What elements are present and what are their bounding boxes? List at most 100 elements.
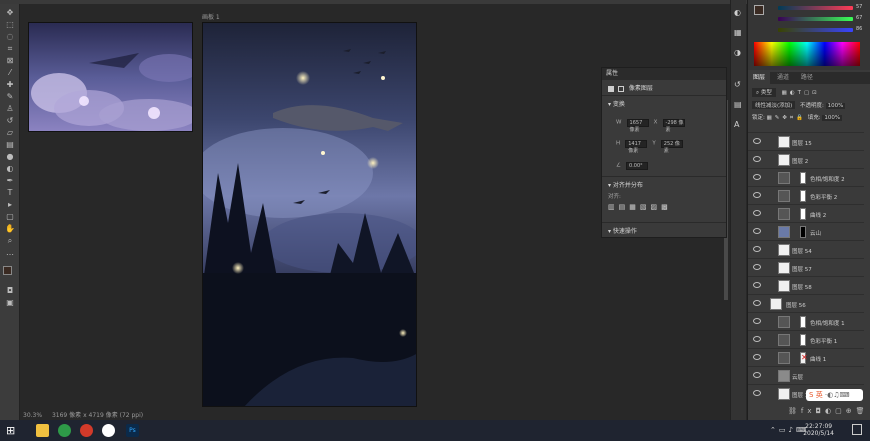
history-panel-icon[interactable]: ↺ — [734, 80, 741, 89]
heal-tool-icon[interactable]: ✚ — [4, 80, 16, 89]
green-value[interactable]: 67 — [856, 15, 862, 21]
character-panel-icon[interactable]: A — [734, 120, 739, 129]
layer-actions-bar[interactable]: ⛓fx◘◐▢⊕🗑 — [788, 407, 869, 415]
lasso-tool-icon[interactable]: ◌ — [4, 32, 16, 41]
layer-row[interactable]: 云山 — [748, 222, 864, 240]
document-info[interactable]: 3169 像素 x 4719 像素 (72 ppi) — [52, 412, 143, 419]
opacity-field[interactable]: 100% — [825, 103, 846, 109]
type-tool-icon[interactable]: T — [4, 188, 16, 197]
hand-tool-icon[interactable]: ✋ — [4, 224, 16, 233]
layer-row[interactable]: 图层 58 — [748, 276, 864, 294]
stamp-tool-icon[interactable]: ♙ — [4, 104, 16, 113]
layer-row[interactable]: 图层 56 — [748, 294, 864, 312]
layer-row[interactable]: 图层 54 — [748, 240, 864, 258]
swatches-panel-icon[interactable]: ▦ — [734, 28, 742, 37]
layer-row[interactable]: 云层 — [748, 366, 864, 384]
taskbar-clock[interactable]: 22:27:09 2020/5/14 — [803, 423, 834, 437]
eraser-tool-icon[interactable]: ▱ — [4, 128, 16, 137]
eye-icon[interactable] — [753, 210, 761, 216]
adjustments-panel-icon[interactable]: ◑ — [734, 48, 741, 57]
eye-icon[interactable] — [753, 390, 761, 396]
frame-tool-icon[interactable]: ⊠ — [4, 56, 16, 65]
brush-tool-icon[interactable]: ✎ — [4, 92, 16, 101]
filter-icons[interactable]: ▦◐T▢⊡ — [782, 90, 820, 96]
red-slider[interactable] — [778, 6, 853, 10]
blue-value[interactable]: 86 — [856, 26, 862, 32]
blend-mode-select[interactable]: 线性减淡(添加) — [752, 101, 796, 109]
ime-mode[interactable]: 英 — [816, 391, 823, 399]
color-fg-swatch[interactable] — [754, 5, 764, 15]
layer-row[interactable]: 图层 2 — [748, 150, 864, 168]
windows-start-icon[interactable]: ⊞ — [6, 424, 19, 437]
eye-icon[interactable] — [753, 300, 761, 306]
properties-panel-icon[interactable]: ▤ — [734, 100, 742, 109]
netease-music-icon[interactable] — [80, 424, 93, 437]
angle-field[interactable]: 0.00° — [626, 161, 649, 170]
eye-icon[interactable] — [753, 174, 761, 180]
eye-icon[interactable] — [753, 264, 761, 270]
notification-icon[interactable] — [852, 424, 862, 435]
blur-tool-icon[interactable]: ● — [4, 152, 16, 161]
photoshop-icon[interactable]: Ps — [126, 424, 139, 437]
shape-tool-icon[interactable]: ▢ — [4, 212, 16, 221]
align-section[interactable]: ▾ 对齐并分布 — [602, 176, 726, 192]
blue-slider[interactable] — [778, 28, 853, 32]
app-icon[interactable] — [102, 424, 115, 437]
eye-icon[interactable] — [753, 156, 761, 162]
eye-icon[interactable] — [753, 354, 761, 360]
layer-row[interactable]: 图层 15 — [748, 132, 864, 150]
more-tools-icon[interactable]: … — [4, 248, 16, 257]
quick-mask-icon[interactable]: ◘ — [4, 286, 16, 295]
quick-actions-section[interactable]: ▾ 快速操作 — [602, 222, 726, 238]
zoom-level[interactable]: 30.3% — [23, 412, 42, 419]
zoom-tool-icon[interactable]: ⌕ — [4, 236, 16, 245]
fill-field[interactable]: 100% — [822, 115, 843, 121]
eye-icon[interactable] — [753, 372, 761, 378]
tab-channels[interactable]: 通道 — [772, 72, 794, 84]
transform-section[interactable]: ▾ 变换 — [602, 95, 726, 111]
marquee-tool-icon[interactable]: ⬚ — [4, 20, 16, 29]
eye-icon[interactable] — [753, 138, 761, 144]
history-brush-icon[interactable]: ↺ — [4, 116, 16, 125]
artboard-label[interactable]: 画板 1 — [202, 12, 220, 21]
file-explorer-icon[interactable] — [36, 424, 49, 437]
eye-icon[interactable] — [753, 228, 761, 234]
tab-paths[interactable]: 路径 — [796, 72, 818, 84]
document-canvas[interactable] — [202, 22, 417, 407]
red-value[interactable]: 57 — [856, 4, 862, 10]
layer-row[interactable]: 图层 57 — [748, 258, 864, 276]
lock-icons[interactable]: ▦✎✥⌗🔒 — [767, 115, 806, 121]
green-slider[interactable] — [778, 17, 853, 21]
color-panel-icon[interactable]: ◐ — [734, 8, 741, 17]
path-select-icon[interactable]: ▸ — [4, 200, 16, 209]
pen-tool-icon[interactable]: ✒ — [4, 176, 16, 185]
chrome-icon[interactable] — [58, 424, 71, 437]
eye-icon[interactable] — [753, 246, 761, 252]
layer-row[interactable]: 色彩平衡 1 — [748, 330, 864, 348]
eye-icon[interactable] — [753, 282, 761, 288]
color-spectrum[interactable] — [754, 42, 860, 66]
ime-toolbar[interactable]: S 英 ·◐♫⌨ — [806, 389, 863, 401]
screen-mode-icon[interactable]: ▣ — [4, 298, 16, 307]
gradient-tool-icon[interactable]: ▤ — [4, 140, 16, 149]
height-field[interactable]: 1417 像素 — [625, 139, 648, 154]
foreground-color-swatch[interactable] — [3, 266, 12, 275]
align-buttons[interactable]: ▥▤▦▧▨▩ — [602, 200, 726, 214]
eye-icon[interactable] — [753, 192, 761, 198]
tab-layers[interactable]: 图层 — [748, 72, 771, 84]
layer-row[interactable]: 色相/饱和度 2 — [748, 168, 864, 186]
x-field[interactable]: -298 像素 — [662, 118, 685, 133]
properties-header[interactable]: 属性 — [602, 68, 726, 80]
width-field[interactable]: 1657 像素 — [626, 118, 649, 133]
dodge-tool-icon[interactable]: ◐ — [4, 164, 16, 173]
move-tool-icon[interactable]: ✥ — [4, 8, 16, 17]
layer-filter-select[interactable]: ⌕ 类型 — [752, 88, 776, 97]
crop-tool-icon[interactable]: ⌗ — [4, 44, 16, 53]
mask-icon[interactable] — [617, 85, 624, 92]
layer-row[interactable]: 曲线 2 — [748, 204, 864, 222]
layer-row[interactable]: 色相/饱和度 1 — [748, 312, 864, 330]
y-field[interactable]: 252 像素 — [660, 139, 683, 154]
eye-icon[interactable] — [753, 336, 761, 342]
layer-row[interactable]: ✕ 曲线 1 — [748, 348, 864, 366]
layer-row[interactable]: 色彩平衡 2 — [748, 186, 864, 204]
